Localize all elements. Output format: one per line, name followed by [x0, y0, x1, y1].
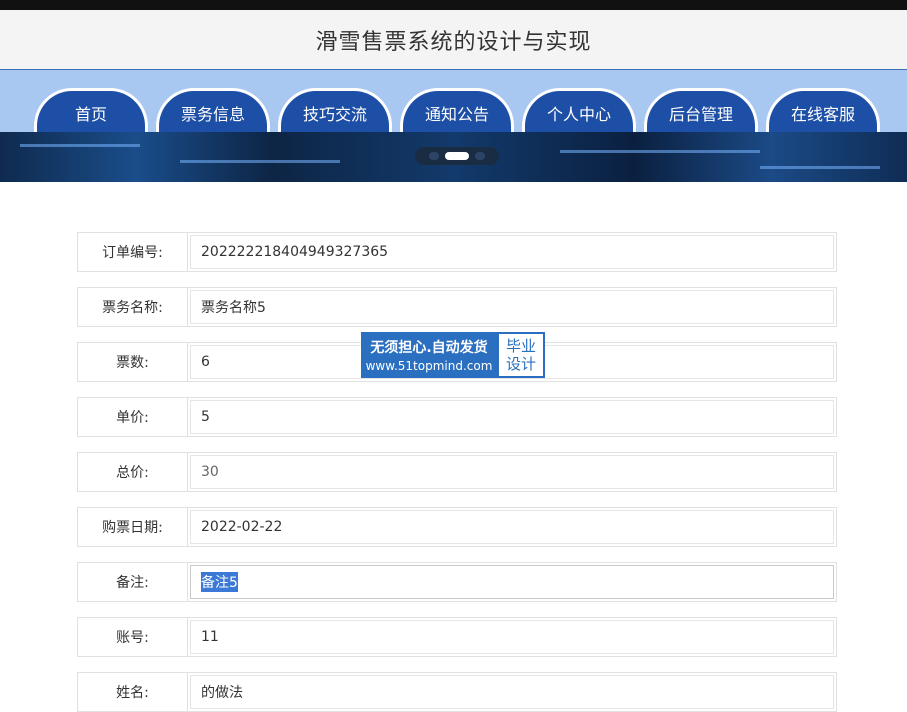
selected-text: 备注5 [201, 572, 238, 592]
unit-price-field[interactable]: 5 [190, 400, 834, 434]
order-number-field[interactable]: 202222218404949327365 [190, 235, 834, 269]
nav-item-admin[interactable]: 后台管理 [644, 88, 758, 132]
nav-item-tips[interactable]: 技巧交流 [278, 88, 392, 132]
field-label: 票数: [78, 343, 188, 381]
banner-light-streak [20, 144, 140, 147]
carousel-dot-active[interactable] [445, 152, 469, 160]
field-label: 备注: [78, 563, 188, 601]
watermark-badge: 无须担心.自动发货 www.51topmind.com 毕业 设计 [361, 332, 545, 378]
nav-item-notices[interactable]: 通知公告 [400, 88, 514, 132]
nav-item-tickets[interactable]: 票务信息 [156, 88, 270, 132]
field-label: 购票日期: [78, 508, 188, 546]
field-order-number: 订单编号: 202222218404949327365 [77, 232, 837, 272]
site-header: 滑雪售票系统的设计与实现 [0, 10, 907, 70]
total-price-field[interactable]: 30 [190, 455, 834, 489]
banner-light-streak [760, 166, 880, 169]
nav-item-profile[interactable]: 个人中心 [522, 88, 636, 132]
nav-item-home[interactable]: 首页 [34, 88, 148, 132]
field-ticket-name: 票务名称: 票务名称5 [77, 287, 837, 327]
field-label: 订单编号: [78, 233, 188, 271]
nav-item-support[interactable]: 在线客服 [766, 88, 880, 132]
field-account: 账号: 11 [77, 617, 837, 657]
watermark-slogan: 无须担心.自动发货 [370, 340, 488, 356]
field-label: 单价: [78, 398, 188, 436]
carousel-pager [415, 147, 499, 165]
banner-light-streak [180, 160, 340, 163]
field-label: 账号: [78, 618, 188, 656]
carousel-dot[interactable] [475, 152, 485, 160]
field-total-price: 总价: 30 [77, 452, 837, 492]
ticket-name-field[interactable]: 票务名称5 [190, 290, 834, 324]
watermark-text: 无须担心.自动发货 www.51topmind.com [361, 332, 497, 378]
main-nav: 首页 票务信息 技巧交流 通知公告 个人中心 后台管理 在线客服 [34, 88, 888, 132]
field-name: 姓名: 的做法 [77, 672, 837, 712]
field-label: 票务名称: [78, 288, 188, 326]
field-remark: 备注: 备注5 [77, 562, 837, 602]
watermark-label-top: 毕业 [505, 337, 536, 355]
banner-light-streak [560, 150, 760, 153]
account-field[interactable]: 11 [190, 620, 834, 654]
site-title: 滑雪售票系统的设计与实现 [315, 29, 592, 55]
field-label: 姓名: [78, 673, 188, 711]
purchase-date-field[interactable]: 2022-02-22 [190, 510, 834, 544]
field-unit-price: 单价: 5 [77, 397, 837, 437]
field-label: 总价: [78, 453, 188, 491]
watermark-label: 毕业 设计 [499, 334, 543, 376]
remark-field[interactable]: 备注5 [190, 565, 834, 599]
watermark-label-bottom: 设计 [505, 355, 536, 373]
carousel-dot[interactable] [429, 152, 439, 160]
watermark-url: www.51topmind.com [365, 359, 493, 373]
field-purchase-date: 购票日期: 2022-02-22 [77, 507, 837, 547]
name-field[interactable]: 的做法 [190, 675, 834, 709]
window-top-bar [0, 0, 907, 10]
